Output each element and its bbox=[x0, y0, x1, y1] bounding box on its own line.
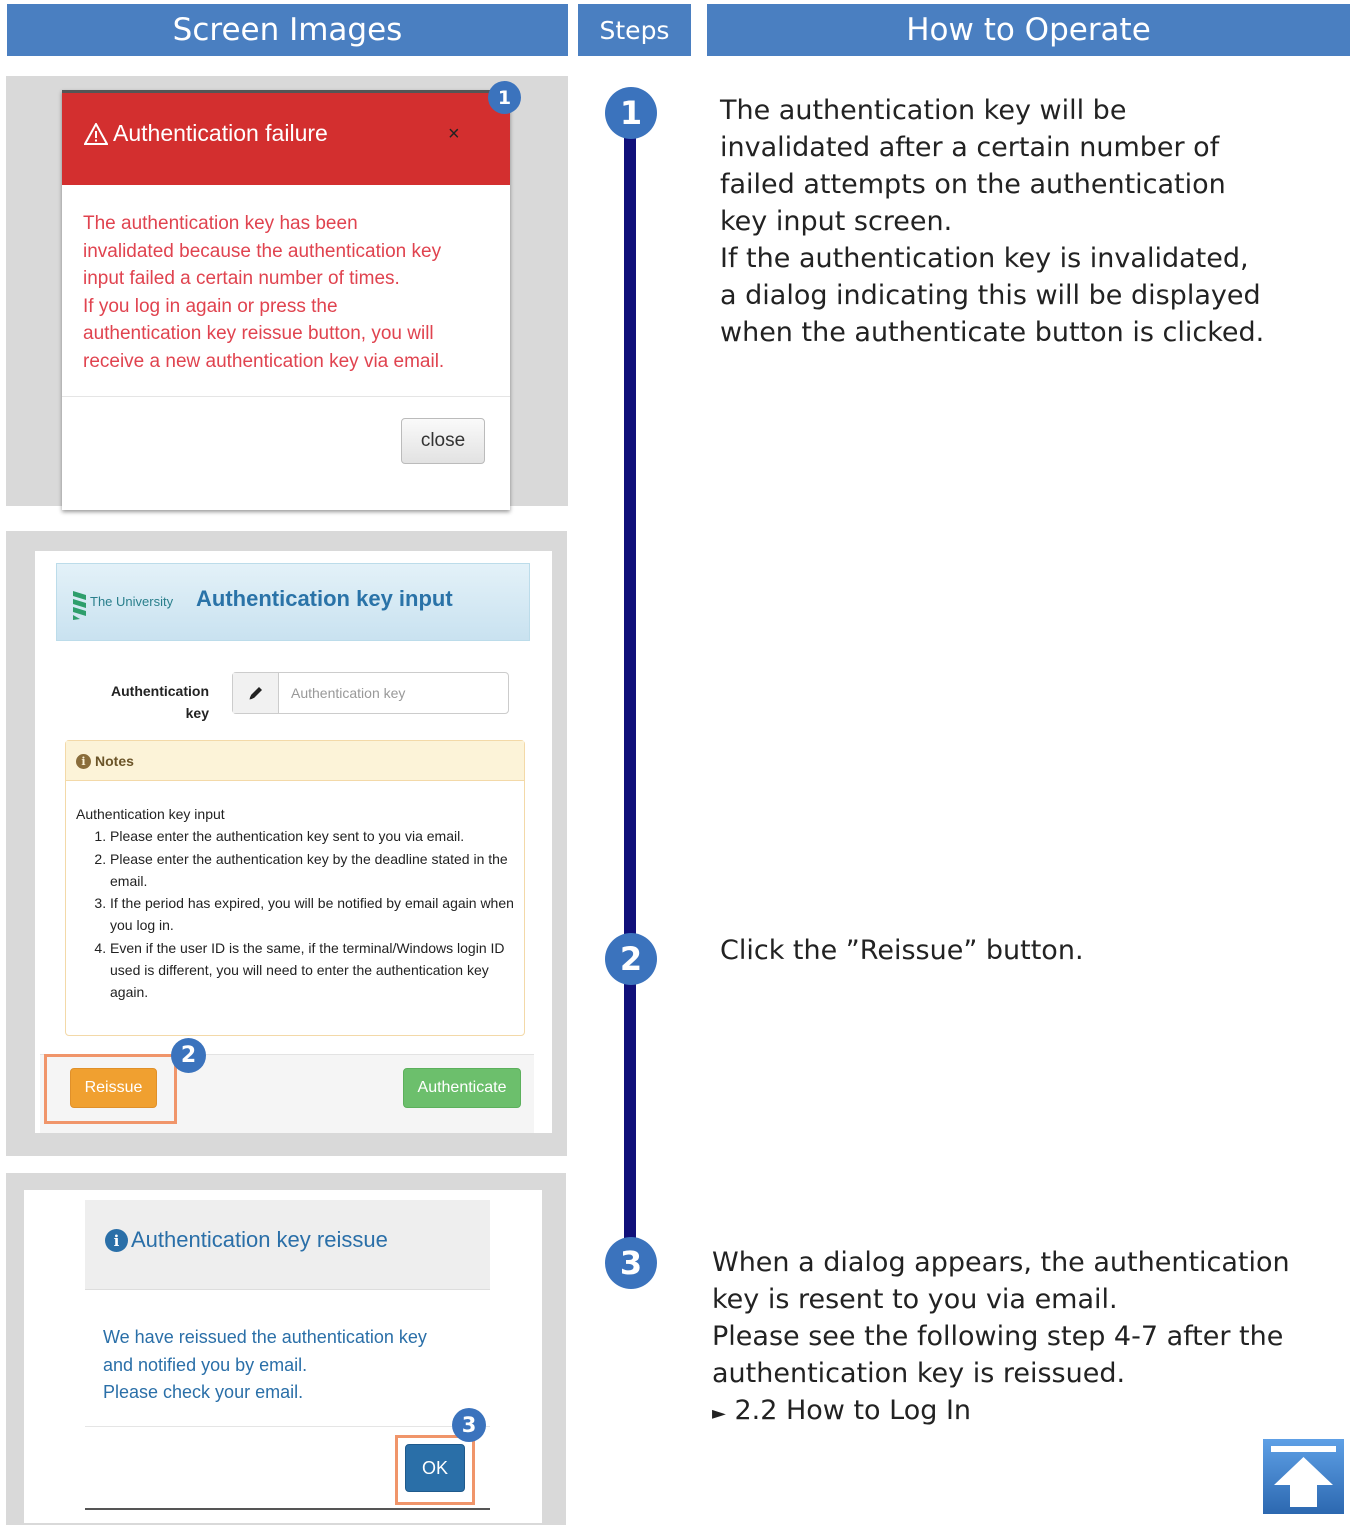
step-badge-3: 3 bbox=[452, 1408, 486, 1442]
failure-dialog-title: Authentication failure bbox=[113, 120, 328, 146]
arrow-right-icon: ► bbox=[712, 1403, 726, 1424]
notes-item: If the period has expired, you will be n… bbox=[110, 892, 514, 937]
failure-dialog-header: Authentication failure × bbox=[62, 93, 510, 185]
step-badge-1: 1 bbox=[488, 81, 521, 114]
notes-item: Please enter the authentication key sent… bbox=[110, 825, 514, 847]
reissue-button[interactable]: Reissue bbox=[70, 1068, 157, 1108]
ok-button-label: OK bbox=[421, 1457, 448, 1478]
instruction-line: a dialog indicating this will be display… bbox=[720, 280, 1261, 311]
info-icon: i bbox=[76, 754, 91, 769]
info-icon: i bbox=[105, 1229, 128, 1252]
authenticate-button[interactable]: Authenticate bbox=[403, 1068, 521, 1108]
steps-timeline bbox=[624, 115, 636, 1265]
reissue-button-label: Reissue bbox=[84, 1079, 143, 1096]
instruction-line: key is resent to you via email. bbox=[712, 1284, 1118, 1315]
instruction-line: If the authentication key is invalidated… bbox=[720, 243, 1249, 274]
screen-image-3: i Authentication key reissue We have rei… bbox=[6, 1173, 566, 1525]
close-icon[interactable]: × bbox=[448, 123, 460, 146]
step-badge-1-label: 1 bbox=[497, 86, 512, 109]
instruction-line: when the authenticate button is clicked. bbox=[720, 317, 1265, 348]
reissue-message-line: Please check your email. bbox=[103, 1382, 304, 1402]
screen-image-2: The University Authentication key input … bbox=[6, 531, 567, 1156]
failure-dialog: Authentication failure × The authenticat… bbox=[62, 90, 510, 510]
how-to-log-in-link-text: 2.2 How to Log In bbox=[734, 1395, 972, 1426]
reissue-dialog-title: Authentication key reissue bbox=[131, 1227, 388, 1252]
university-logo-icon bbox=[72, 589, 88, 621]
ok-button[interactable]: OK bbox=[405, 1444, 465, 1492]
instruction-line: failed attempts on the authentication bbox=[720, 169, 1226, 200]
step-circle-1-label: 1 bbox=[619, 94, 643, 132]
step-2-instructions: Click the ”Reissue” button. bbox=[720, 932, 1340, 969]
reissue-message: We have reissued the authentication key … bbox=[103, 1324, 483, 1407]
step-badge-3-label: 3 bbox=[461, 1413, 477, 1437]
failure-message-line: receive a new authentication key via ema… bbox=[83, 350, 445, 372]
instruction-line: When a dialog appears, the authenticatio… bbox=[712, 1247, 1290, 1278]
reissue-message-line: We have reissued the authentication key bbox=[103, 1327, 427, 1347]
failure-message-line: authentication key reissue button, you w… bbox=[83, 323, 434, 345]
failure-message-line: invalidated because the authentication k… bbox=[83, 240, 442, 262]
how-to-log-in-link[interactable]: ► 2.2 How to Log In bbox=[712, 1392, 1342, 1432]
notes-box: i Notes Authentication key input Please … bbox=[65, 740, 525, 1036]
notes-header: i Notes bbox=[66, 741, 524, 781]
notes-title: Notes bbox=[95, 753, 134, 769]
reissue-dialog-header: i Authentication key reissue bbox=[85, 1200, 490, 1290]
header-how-to-operate-label: How to Operate bbox=[906, 12, 1151, 48]
auth-key-input-placeholder: Authentication key bbox=[291, 685, 406, 701]
auth-key-label: Authentication key bbox=[89, 680, 209, 724]
instruction-line: authentication key is reissued. bbox=[712, 1358, 1126, 1389]
failure-message: The authentication key has been invalida… bbox=[83, 210, 503, 376]
header-screen-images: Screen Images bbox=[7, 4, 568, 56]
step-circle-1: 1 bbox=[605, 87, 657, 139]
reissue-message-line: and notified you by email. bbox=[103, 1354, 308, 1375]
notes-list: Please enter the authentication key sent… bbox=[76, 825, 514, 1003]
header-how-to-operate: How to Operate bbox=[707, 4, 1350, 56]
reissue-panel-bg: i Authentication key reissue We have rei… bbox=[24, 1190, 542, 1523]
close-button[interactable]: close bbox=[401, 418, 485, 464]
instruction-line: The authentication key will be bbox=[720, 95, 1127, 126]
failure-message-line: The authentication key has been bbox=[83, 213, 358, 234]
page-title: Authentication key input bbox=[196, 586, 453, 611]
instruction-line: Click the ”Reissue” button. bbox=[720, 935, 1084, 966]
back-to-top-button[interactable] bbox=[1263, 1439, 1344, 1514]
auth-key-header: The University Authentication key input bbox=[56, 563, 530, 641]
authenticate-button-label: Authenticate bbox=[417, 1079, 507, 1096]
instruction-line: invalidated after a certain number of bbox=[720, 132, 1220, 163]
failure-message-line: If you log in again or press the bbox=[83, 295, 338, 317]
step-circle-2-label: 2 bbox=[619, 940, 643, 978]
step-circle-3: 3 bbox=[605, 1237, 657, 1289]
step-badge-2: 2 bbox=[171, 1038, 206, 1073]
notes-item: Please enter the authentication key by t… bbox=[110, 848, 514, 893]
pencil-icon bbox=[233, 673, 279, 713]
auth-key-label-line1: Authentication bbox=[111, 683, 209, 699]
step-circle-2: 2 bbox=[605, 933, 657, 985]
divider bbox=[85, 1426, 490, 1427]
reissue-dialog: i Authentication key reissue We have rei… bbox=[85, 1200, 490, 1510]
university-logo-text: The University bbox=[90, 594, 174, 609]
close-button-label: close bbox=[420, 430, 466, 451]
notes-item: Even if the user ID is the same, if the … bbox=[110, 937, 514, 1004]
auth-key-label-line2: key bbox=[185, 705, 209, 721]
step-badge-2-label: 2 bbox=[180, 1043, 197, 1068]
divider bbox=[62, 396, 510, 397]
header-steps: Steps bbox=[578, 4, 691, 56]
header-screen-images-label: Screen Images bbox=[172, 12, 403, 48]
notes-body: Authentication key input Please enter th… bbox=[76, 803, 514, 1004]
notes-intro: Authentication key input bbox=[76, 806, 225, 822]
screen-image-1: Authentication failure × The authenticat… bbox=[6, 76, 568, 510]
header-steps-label: Steps bbox=[599, 15, 670, 45]
auth-key-page: The University Authentication key input … bbox=[35, 551, 552, 1133]
step-1-instructions: The authentication key will be invalidat… bbox=[720, 92, 1340, 351]
auth-key-input-group[interactable]: Authentication key bbox=[232, 672, 509, 714]
step-3-instructions: When a dialog appears, the authenticatio… bbox=[712, 1244, 1342, 1432]
step-circle-3-label: 3 bbox=[619, 1244, 643, 1282]
failure-message-line: input failed a certain number of times. bbox=[83, 268, 400, 290]
instruction-line: key input screen. bbox=[720, 206, 953, 237]
warning-icon bbox=[83, 121, 109, 145]
arrow-up-icon bbox=[1263, 1439, 1344, 1514]
instruction-line: Please see the following step 4-7 after … bbox=[712, 1321, 1284, 1352]
